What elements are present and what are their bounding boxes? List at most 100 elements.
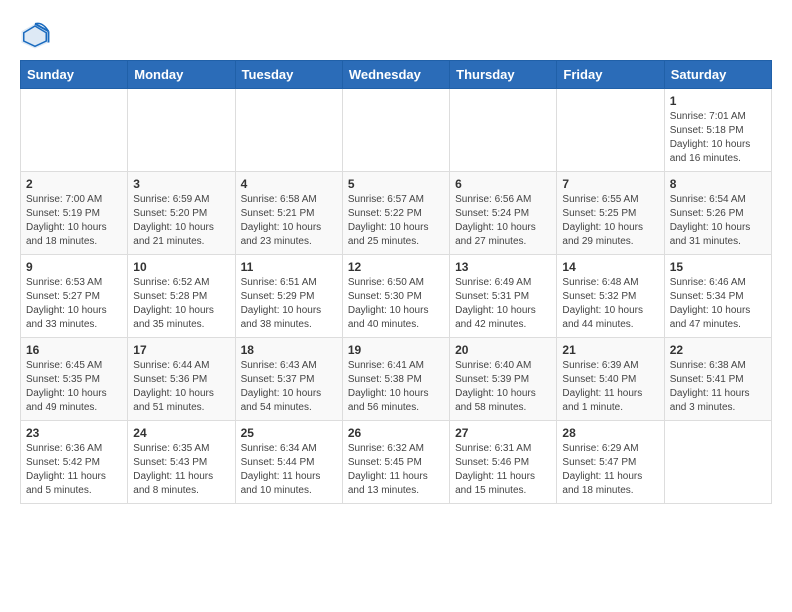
calendar-cell: 12 Sunrise: 6:50 AM Sunset: 5:30 PM Dayli… xyxy=(342,255,449,338)
calendar-cell xyxy=(128,89,235,172)
day-number: 18 xyxy=(241,343,337,357)
calendar-cell: 8 Sunrise: 6:54 AM Sunset: 5:26 PM Daylig… xyxy=(664,172,771,255)
day-number: 12 xyxy=(348,260,444,274)
day-info: Sunrise: 6:52 AM Sunset: 5:28 PM Dayligh… xyxy=(133,276,229,332)
calendar-day-header: Sunday xyxy=(21,61,128,89)
calendar-cell: 18 Sunrise: 6:43 AM Sunset: 5:37 PM Dayli… xyxy=(235,338,342,421)
calendar-cell: 16 Sunrise: 6:45 AM Sunset: 5:35 PM Dayli… xyxy=(21,338,128,421)
calendar-cell: 7 Sunrise: 6:55 AM Sunset: 5:25 PM Daylig… xyxy=(557,172,664,255)
day-info: Sunrise: 6:49 AM Sunset: 5:31 PM Dayligh… xyxy=(455,276,551,332)
day-number: 27 xyxy=(455,426,551,440)
calendar-cell: 26 Sunrise: 6:32 AM Sunset: 5:45 PM Dayli… xyxy=(342,421,449,504)
calendar-cell xyxy=(450,89,557,172)
calendar-cell: 21Sunrise: 6:39 AM Sunset: 5:40 PM Dayli… xyxy=(557,338,664,421)
day-number: 1 xyxy=(670,94,766,108)
day-info: Sunrise: 6:53 AM Sunset: 5:27 PM Dayligh… xyxy=(26,276,122,332)
day-number: 13 xyxy=(455,260,551,274)
day-info: Sunrise: 6:51 AM Sunset: 5:29 PM Dayligh… xyxy=(241,276,337,332)
day-info: Sunrise: 6:48 AM Sunset: 5:32 PM Dayligh… xyxy=(562,276,658,332)
logo xyxy=(20,20,54,50)
calendar-day-header: Wednesday xyxy=(342,61,449,89)
day-number: 8 xyxy=(670,177,766,191)
day-info: Sunrise: 6:32 AM Sunset: 5:45 PM Dayligh… xyxy=(348,442,444,498)
day-number: 3 xyxy=(133,177,229,191)
calendar-cell xyxy=(342,89,449,172)
day-info: Sunrise: 6:59 AM Sunset: 5:20 PM Dayligh… xyxy=(133,193,229,249)
calendar-cell: 23 Sunrise: 6:36 AM Sunset: 5:42 PM Dayli… xyxy=(21,421,128,504)
day-number: 26 xyxy=(348,426,444,440)
day-info: Sunrise: 6:43 AM Sunset: 5:37 PM Dayligh… xyxy=(241,359,337,415)
day-number: 6 xyxy=(455,177,551,191)
day-info: Sunrise: 6:55 AM Sunset: 5:25 PM Dayligh… xyxy=(562,193,658,249)
calendar-header-row: SundayMondayTuesdayWednesdayThursdayFrid… xyxy=(21,61,772,89)
calendar-cell: 6 Sunrise: 6:56 AM Sunset: 5:24 PM Daylig… xyxy=(450,172,557,255)
day-info: Sunrise: 6:54 AM Sunset: 5:26 PM Dayligh… xyxy=(670,193,766,249)
day-info: Sunrise: 6:34 AM Sunset: 5:44 PM Dayligh… xyxy=(241,442,337,498)
day-info: Sunrise: 6:31 AM Sunset: 5:46 PM Dayligh… xyxy=(455,442,551,498)
day-info: Sunrise: 6:40 AM Sunset: 5:39 PM Dayligh… xyxy=(455,359,551,415)
calendar-cell: 4 Sunrise: 6:58 AM Sunset: 5:21 PM Daylig… xyxy=(235,172,342,255)
day-number: 17 xyxy=(133,343,229,357)
day-number: 28 xyxy=(562,426,658,440)
calendar-cell xyxy=(235,89,342,172)
calendar-day-header: Friday xyxy=(557,61,664,89)
day-info: Sunrise: 7:01 AM Sunset: 5:18 PM Dayligh… xyxy=(670,110,766,166)
calendar-day-header: Tuesday xyxy=(235,61,342,89)
day-number: 16 xyxy=(26,343,122,357)
calendar-cell: 25Sunrise: 6:34 AM Sunset: 5:44 PM Dayli… xyxy=(235,421,342,504)
calendar-week-row: 1 Sunrise: 7:01 AM Sunset: 5:18 PM Daylig… xyxy=(21,89,772,172)
calendar-cell xyxy=(664,421,771,504)
day-number: 4 xyxy=(241,177,337,191)
day-number: 22 xyxy=(670,343,766,357)
calendar-week-row: 23 Sunrise: 6:36 AM Sunset: 5:42 PM Dayli… xyxy=(21,421,772,504)
day-number: 5 xyxy=(348,177,444,191)
calendar-table: SundayMondayTuesdayWednesdayThursdayFrid… xyxy=(20,60,772,504)
calendar-cell: 19 Sunrise: 6:41 AM Sunset: 5:38 PM Dayli… xyxy=(342,338,449,421)
day-number: 10 xyxy=(133,260,229,274)
calendar-cell: 2 Sunrise: 7:00 AM Sunset: 5:19 PM Daylig… xyxy=(21,172,128,255)
day-info: Sunrise: 6:38 AM Sunset: 5:41 PM Dayligh… xyxy=(670,359,766,415)
calendar-cell: 3 Sunrise: 6:59 AM Sunset: 5:20 PM Daylig… xyxy=(128,172,235,255)
calendar-cell: 9 Sunrise: 6:53 AM Sunset: 5:27 PM Daylig… xyxy=(21,255,128,338)
day-info: Sunrise: 7:00 AM Sunset: 5:19 PM Dayligh… xyxy=(26,193,122,249)
calendar-cell xyxy=(21,89,128,172)
calendar-cell xyxy=(557,89,664,172)
calendar-cell: 14Sunrise: 6:48 AM Sunset: 5:32 PM Dayli… xyxy=(557,255,664,338)
calendar-week-row: 2 Sunrise: 7:00 AM Sunset: 5:19 PM Daylig… xyxy=(21,172,772,255)
day-number: 7 xyxy=(562,177,658,191)
day-info: Sunrise: 6:58 AM Sunset: 5:21 PM Dayligh… xyxy=(241,193,337,249)
calendar-cell: 24Sunrise: 6:35 AM Sunset: 5:43 PM Dayli… xyxy=(128,421,235,504)
calendar-day-header: Saturday xyxy=(664,61,771,89)
day-info: Sunrise: 6:44 AM Sunset: 5:36 PM Dayligh… xyxy=(133,359,229,415)
calendar-cell: 22 Sunrise: 6:38 AM Sunset: 5:41 PM Dayli… xyxy=(664,338,771,421)
day-info: Sunrise: 6:46 AM Sunset: 5:34 PM Dayligh… xyxy=(670,276,766,332)
day-info: Sunrise: 6:41 AM Sunset: 5:38 PM Dayligh… xyxy=(348,359,444,415)
day-number: 9 xyxy=(26,260,122,274)
day-info: Sunrise: 6:57 AM Sunset: 5:22 PM Dayligh… xyxy=(348,193,444,249)
calendar-day-header: Monday xyxy=(128,61,235,89)
calendar-cell: 5 Sunrise: 6:57 AM Sunset: 5:22 PM Daylig… xyxy=(342,172,449,255)
day-info: Sunrise: 6:35 AM Sunset: 5:43 PM Dayligh… xyxy=(133,442,229,498)
day-number: 11 xyxy=(241,260,337,274)
calendar-cell: 10 Sunrise: 6:52 AM Sunset: 5:28 PM Dayli… xyxy=(128,255,235,338)
calendar-cell: 17 Sunrise: 6:44 AM Sunset: 5:36 PM Dayli… xyxy=(128,338,235,421)
calendar-cell: 13 Sunrise: 6:49 AM Sunset: 5:31 PM Dayli… xyxy=(450,255,557,338)
day-info: Sunrise: 6:56 AM Sunset: 5:24 PM Dayligh… xyxy=(455,193,551,249)
day-info: Sunrise: 6:50 AM Sunset: 5:30 PM Dayligh… xyxy=(348,276,444,332)
day-info: Sunrise: 6:29 AM Sunset: 5:47 PM Dayligh… xyxy=(562,442,658,498)
day-info: Sunrise: 6:36 AM Sunset: 5:42 PM Dayligh… xyxy=(26,442,122,498)
calendar-week-row: 16 Sunrise: 6:45 AM Sunset: 5:35 PM Dayli… xyxy=(21,338,772,421)
day-number: 15 xyxy=(670,260,766,274)
calendar-week-row: 9 Sunrise: 6:53 AM Sunset: 5:27 PM Daylig… xyxy=(21,255,772,338)
day-number: 19 xyxy=(348,343,444,357)
day-number: 23 xyxy=(26,426,122,440)
calendar-cell: 27 Sunrise: 6:31 AM Sunset: 5:46 PM Dayli… xyxy=(450,421,557,504)
day-number: 2 xyxy=(26,177,122,191)
calendar-cell: 28 Sunrise: 6:29 AM Sunset: 5:47 PM Dayli… xyxy=(557,421,664,504)
calendar-cell: 1 Sunrise: 7:01 AM Sunset: 5:18 PM Daylig… xyxy=(664,89,771,172)
day-number: 20 xyxy=(455,343,551,357)
calendar-cell: 20 Sunrise: 6:40 AM Sunset: 5:39 PM Dayli… xyxy=(450,338,557,421)
logo-icon xyxy=(20,20,50,50)
day-info: Sunrise: 6:45 AM Sunset: 5:35 PM Dayligh… xyxy=(26,359,122,415)
day-info: Sunrise: 6:39 AM Sunset: 5:40 PM Dayligh… xyxy=(562,359,658,415)
